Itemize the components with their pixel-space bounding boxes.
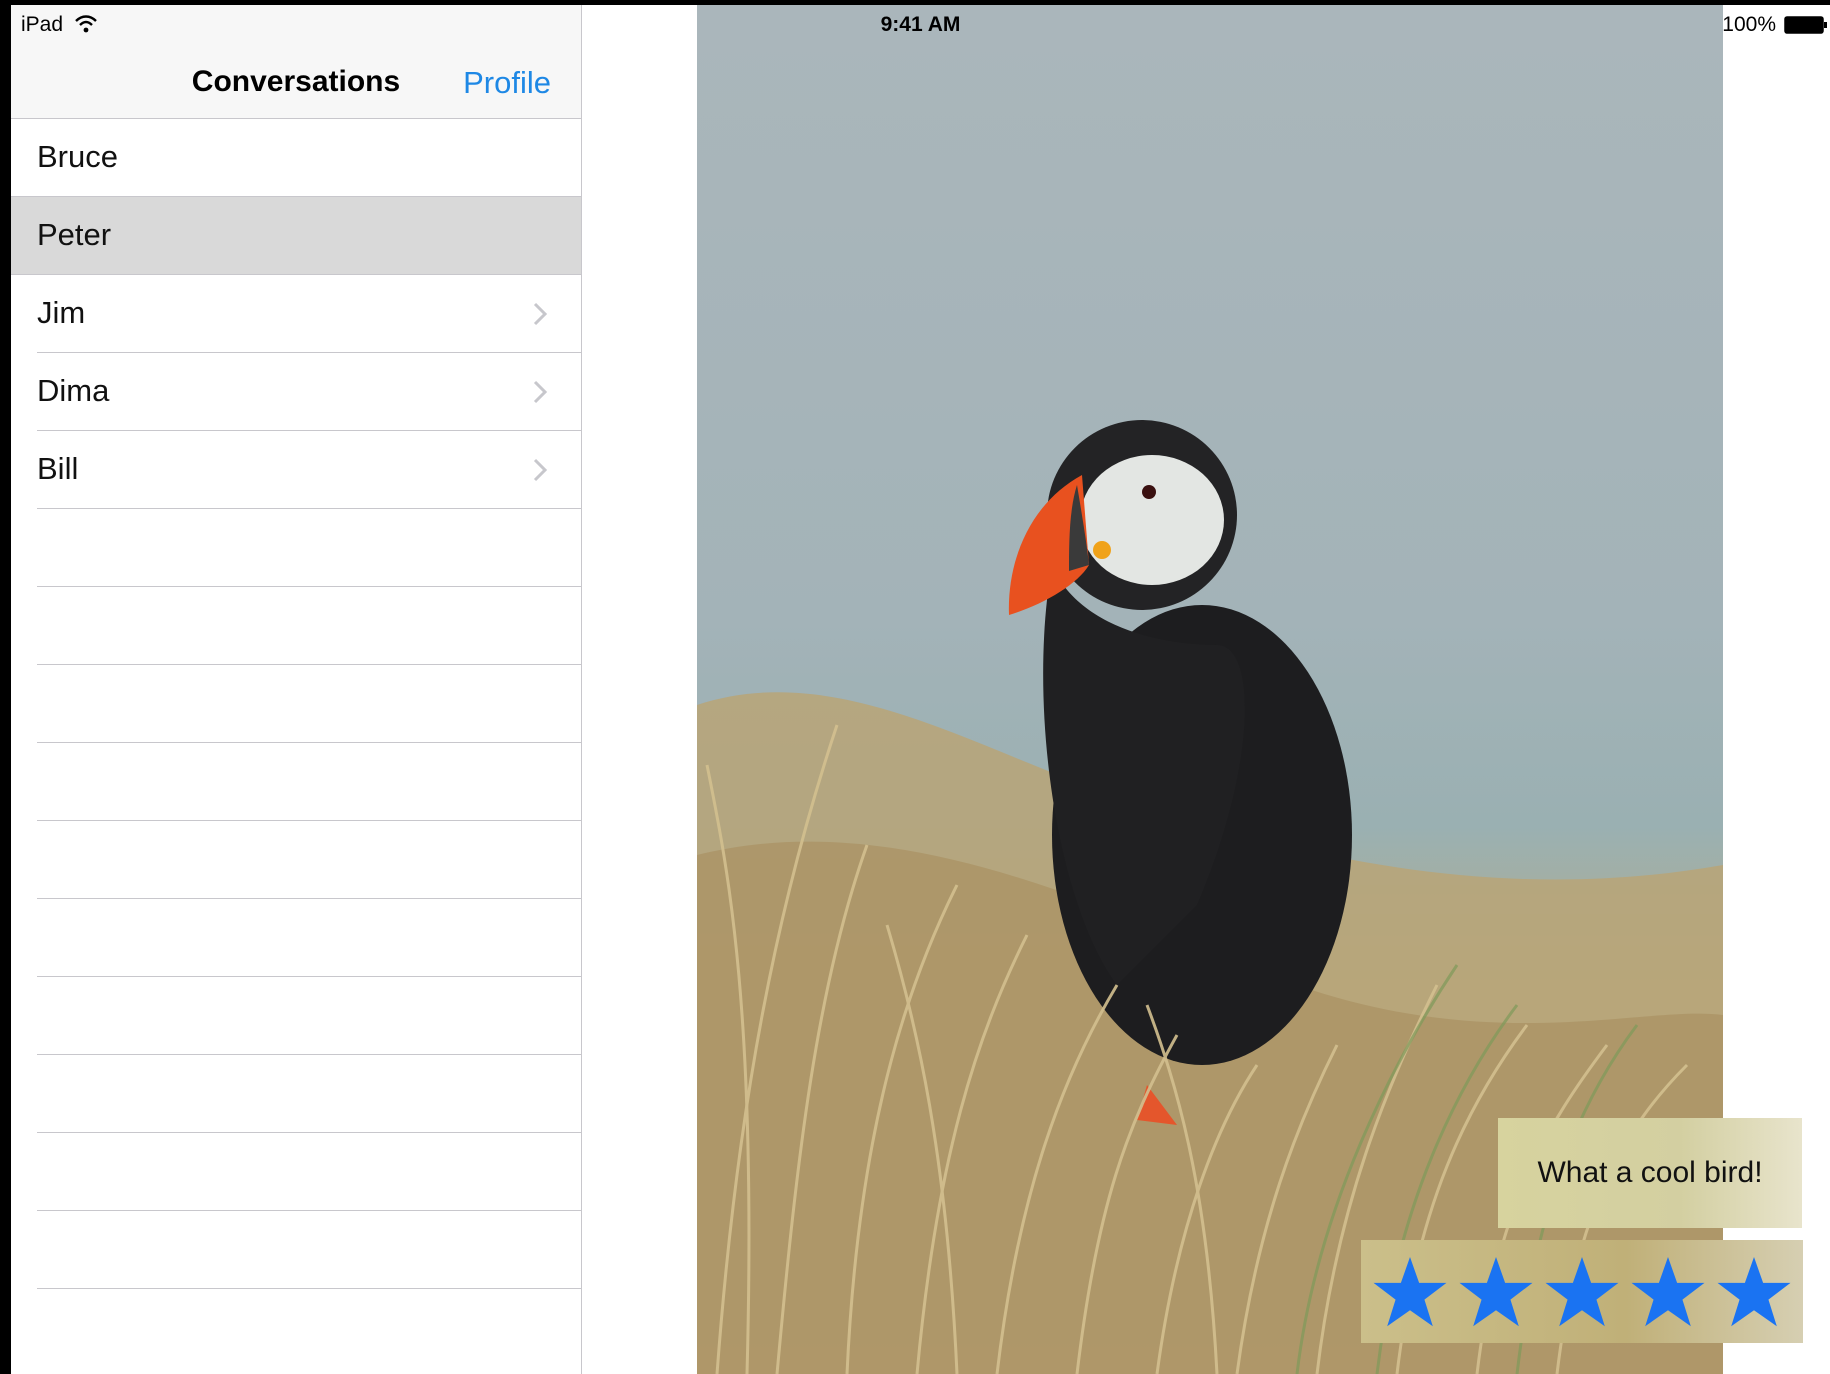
ipad-screen: Conversations Profile Bruce Peter Jim Di… <box>11 5 1830 1374</box>
navigation-bar: Conversations Profile <box>11 5 581 119</box>
conversation-name: Dima <box>37 373 110 408</box>
star-rating[interactable] <box>1361 1240 1803 1343</box>
star-icon[interactable] <box>1458 1254 1534 1330</box>
empty-row <box>37 1133 581 1211</box>
battery-icon <box>1784 16 1827 34</box>
empty-row <box>37 1055 581 1133</box>
master-pane: Conversations Profile Bruce Peter Jim Di… <box>11 5 582 1374</box>
conversation-row-peter[interactable]: Peter <box>11 197 581 275</box>
star-icon[interactable] <box>1630 1254 1706 1330</box>
conversation-row-bill[interactable]: Bill <box>37 431 581 509</box>
caption-label: What a cool bird! <box>1498 1118 1802 1228</box>
profile-button[interactable]: Profile <box>463 65 551 101</box>
conversation-row-dima[interactable]: Dima <box>37 353 581 431</box>
empty-row <box>37 821 581 899</box>
chevron-right-icon <box>533 302 548 326</box>
conversation-name: Peter <box>37 217 112 252</box>
conversation-name: Bruce <box>37 139 118 174</box>
conversation-list: Bruce Peter Jim Dima Bill <box>11 119 581 1289</box>
chevron-right-icon <box>533 458 548 482</box>
star-icon[interactable] <box>1544 1254 1620 1330</box>
conversation-name: Jim <box>37 295 86 330</box>
empty-row <box>37 509 581 587</box>
star-icon[interactable] <box>1372 1254 1448 1330</box>
empty-row <box>37 743 581 821</box>
empty-row <box>37 1211 581 1289</box>
conversation-name: Bill <box>37 451 79 486</box>
battery-percent: 100% <box>1722 13 1776 36</box>
conversation-row-jim[interactable]: Jim <box>37 275 581 353</box>
empty-row <box>37 587 581 665</box>
empty-row <box>37 665 581 743</box>
star-icon[interactable] <box>1716 1254 1792 1330</box>
conversation-row-bruce[interactable]: Bruce <box>11 119 581 197</box>
empty-row <box>37 899 581 977</box>
empty-row <box>37 977 581 1055</box>
chevron-right-icon <box>533 380 548 404</box>
